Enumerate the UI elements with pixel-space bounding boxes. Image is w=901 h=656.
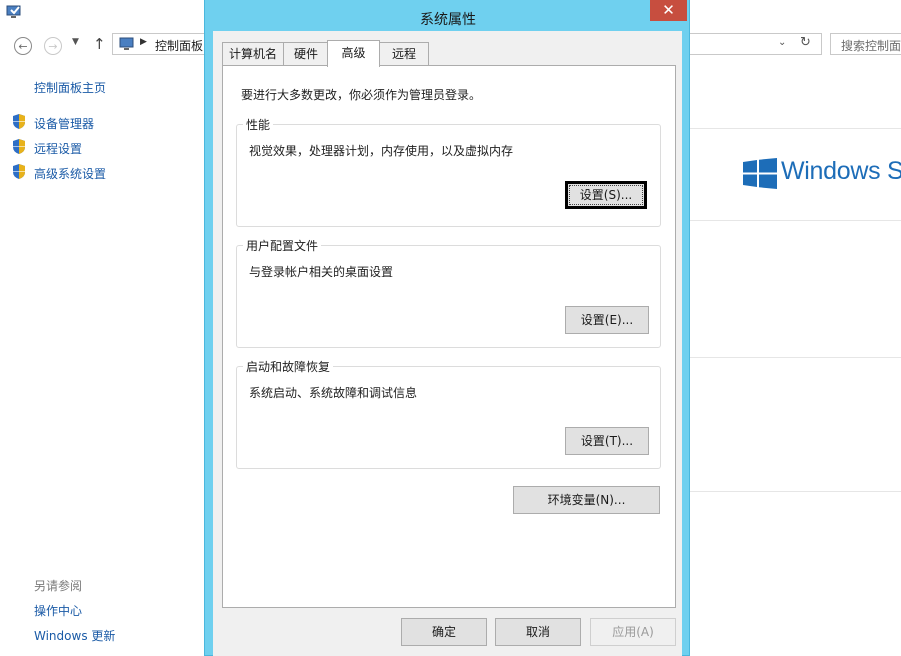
windows-server-brand: Windows Se (781, 157, 901, 185)
startup-recovery-group: 启动和故障恢复 系统启动、系统故障和调试信息 设置(T)... (236, 358, 661, 469)
sidebar-link-home[interactable]: 控制面板主页 (34, 79, 106, 96)
divider (688, 128, 901, 129)
divider (688, 357, 901, 358)
startup-recovery-group-title: 启动和故障恢复 (243, 358, 334, 375)
tab-remote[interactable]: 远程 (379, 42, 429, 65)
up-arrow-icon[interactable]: ↑ (93, 35, 106, 53)
shield-icon (13, 139, 25, 154)
environment-variables-button[interactable]: 环境变量(N)... (513, 486, 660, 514)
user-profiles-group: 用户配置文件 与登录帐户相关的桌面设置 设置(E)... (236, 237, 661, 348)
forward-arrow-icon[interactable]: → (44, 37, 62, 55)
startup-recovery-description: 系统启动、系统故障和调试信息 (249, 386, 418, 400)
system-icon (6, 5, 21, 18)
shield-icon (13, 164, 25, 179)
sidebar-link-remote-settings[interactable]: 远程设置 (34, 140, 82, 157)
user-profiles-settings-button[interactable]: 设置(E)... (565, 306, 649, 334)
address-bar-end: ⌄ ↻ (688, 33, 822, 55)
performance-group: 性能 视觉效果，处理器计划，内存使用，以及虚拟内存 设置(S)... (236, 116, 661, 227)
system-properties-dialog: 系统属性 ✕ 计算机名 硬件 高级 远程 要进行大多数更改，你必须作为管理员登录… (204, 0, 690, 656)
dialog-client-area: 计算机名 硬件 高级 远程 要进行大多数更改，你必须作为管理员登录。 性能 视觉… (213, 31, 682, 656)
sidebar-link-advanced-settings[interactable]: 高级系统设置 (34, 165, 106, 182)
cancel-button[interactable]: 取消 (495, 618, 581, 646)
recent-pages-chevron-icon[interactable]: ▼ (72, 37, 79, 47)
dialog-title: 系统属性 (420, 12, 476, 28)
refresh-icon[interactable]: ↻ (800, 35, 811, 50)
sidebar-link-device-manager[interactable]: 设备管理器 (34, 115, 94, 132)
see-also-heading: 另请参阅 (34, 579, 83, 593)
tab-computer-name[interactable]: 计算机名 (222, 42, 284, 65)
search-placeholder: 搜索控制面 (841, 39, 901, 53)
address-bar[interactable]: ▶ 控制面板 (112, 33, 218, 55)
focus-ring (569, 185, 643, 205)
address-dropdown-icon[interactable]: ⌄ (778, 37, 786, 48)
breadcrumb-chevron-icon[interactable]: ▶ (140, 37, 147, 47)
close-icon[interactable]: ✕ (650, 0, 687, 21)
tab-hardware[interactable]: 硬件 (283, 42, 329, 65)
startup-recovery-settings-button[interactable]: 设置(T)... (565, 427, 649, 455)
user-profiles-description: 与登录帐户相关的桌面设置 (249, 265, 394, 279)
divider (688, 491, 901, 492)
tab-advanced[interactable]: 高级 (327, 40, 380, 67)
see-also-link-windows-update[interactable]: Windows 更新 (34, 627, 115, 644)
divider (688, 220, 901, 221)
performance-description: 视觉效果，处理器计划，内存使用，以及虚拟内存 (249, 144, 514, 158)
apply-button[interactable]: 应用(A) (590, 618, 676, 646)
user-profiles-group-title: 用户配置文件 (243, 237, 322, 254)
breadcrumb-control-panel[interactable]: 控制面板 (155, 37, 203, 54)
windows-logo-icon (743, 158, 777, 189)
see-also-link-action-center[interactable]: 操作中心 (34, 602, 82, 619)
performance-group-title: 性能 (243, 116, 274, 133)
performance-settings-button[interactable]: 设置(S)... (565, 181, 647, 209)
back-arrow-icon[interactable]: ← (14, 37, 32, 55)
admin-note: 要进行大多数更改，你必须作为管理员登录。 (241, 88, 482, 102)
search-input[interactable]: 搜索控制面 (830, 33, 901, 55)
control-panel-icon (119, 37, 134, 50)
shield-icon (13, 114, 25, 129)
advanced-tab-panel: 要进行大多数更改，你必须作为管理员登录。 性能 视觉效果，处理器计划，内存使用，… (222, 65, 676, 608)
ok-button[interactable]: 确定 (401, 618, 487, 646)
